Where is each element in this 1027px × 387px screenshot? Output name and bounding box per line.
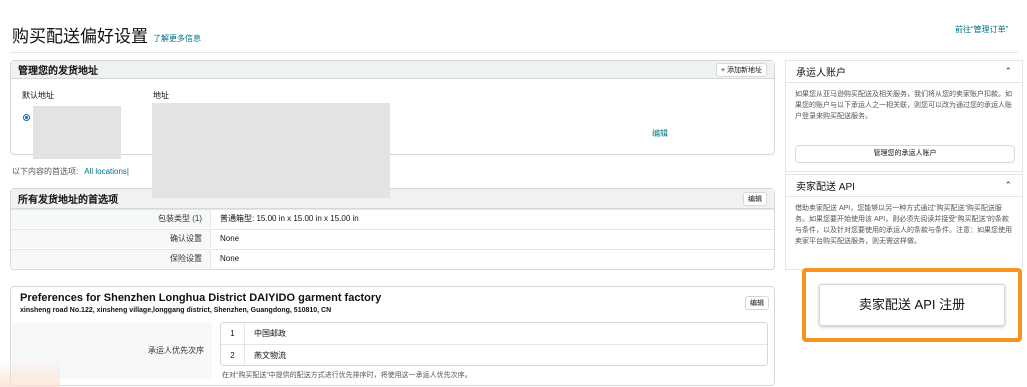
manage-carrier-account-button[interactable]: 管理您的承运人账户	[795, 145, 1015, 163]
all-prefs-title: 所有发货地址的首选项	[18, 195, 118, 206]
pref-label: 保险设置	[11, 250, 211, 268]
seller-api-header[interactable]: 卖家配送 API ⌃	[786, 175, 1022, 197]
location-filter: 以下内容的首选项: All locations|	[12, 166, 129, 177]
goto-manage-orders-link[interactable]: 前往“管理订单”	[955, 24, 1008, 35]
carrier-rank: 1	[221, 323, 245, 344]
all-prefs-header: 所有发货地址的首选项 编辑	[11, 189, 774, 209]
carrier-item[interactable]: 1 中国邮政	[221, 323, 767, 344]
carrier-priority-list: 1 中国邮政 2 燕文物流	[220, 322, 768, 366]
pref-row: 包装类型 (1) 普通箱型: 15.00 in x 15.00 in x 15.…	[11, 209, 774, 228]
register-highlight-frame: 卖家配送 API 注册	[802, 268, 1022, 342]
carrier-account-text: 如果您从亚马逊购买配送及相关服务，我们将从您的卖家账户扣款。如果您的账户与以下承…	[795, 91, 1012, 120]
filter-label: 以下内容的首选项:	[12, 167, 79, 176]
address-edit-link[interactable]: 编辑	[652, 128, 668, 139]
all-locations-link[interactable]: All locations	[84, 167, 127, 176]
address-panel-title: 管理您的发货地址	[18, 66, 98, 77]
carrier-priority-note: 在对“购买配送”中提供的配送方式进行优先排序时，将使用这一承运人优先次序。	[222, 372, 472, 379]
add-address-button[interactable]: + 添加新地址	[715, 62, 767, 77]
carrier-account-card: 承运人账户 ⌃ 如果您从亚马逊购买配送及相关服务，我们将从您的卖家账户扣款。如果…	[785, 60, 1023, 172]
all-address-prefs-panel: 所有发货地址的首选项 编辑 包装类型 (1) 普通箱型: 15.00 in x …	[10, 188, 775, 270]
pref-row: 保险设置 None	[11, 249, 774, 268]
chevron-up-icon[interactable]: ⌃	[1004, 66, 1012, 77]
default-address-radio[interactable]	[23, 114, 30, 121]
seller-api-register-button[interactable]: 卖家配送 API 注册	[819, 284, 1005, 326]
factory-address: xinsheng road No.122, xinsheng village,l…	[20, 307, 332, 314]
filter-separator: |	[126, 167, 129, 176]
chevron-up-icon[interactable]: ⌃	[1004, 180, 1012, 191]
carrier-rank: 2	[221, 345, 245, 366]
address-panel: 管理您的发货地址 + 添加新地址	[10, 60, 775, 155]
header-divider	[10, 52, 1018, 53]
all-prefs-edit-button[interactable]: 编辑	[743, 191, 767, 206]
seller-api-text: 借助卖家配送 API，您能够以另一种方式通过“购买配送”购买配送服务。如果您要开…	[795, 205, 1012, 245]
pref-value: 普通箱型: 15.00 in x 15.00 in x 15.00 in	[220, 214, 359, 223]
factory-prefs-title: Preferences for Shenzhen Longhua Distric…	[20, 292, 382, 304]
carrier-account-header[interactable]: 承运人账户 ⌃	[786, 61, 1022, 83]
col-default-address: 默认地址	[22, 91, 54, 100]
learn-more-link[interactable]: 了解更多信息	[153, 33, 201, 44]
pref-value: None	[220, 234, 240, 243]
pref-value: None	[220, 254, 240, 263]
address-panel-header: 管理您的发货地址 + 添加新地址	[11, 61, 774, 79]
carrier-name: 中国邮政	[254, 329, 286, 338]
carrier-account-title: 承运人账户	[796, 68, 846, 79]
col-address: 地址	[153, 91, 169, 100]
carrier-name: 燕文物流	[254, 351, 286, 360]
page-title: 购买配送偏好设置	[12, 27, 148, 46]
seller-api-card: 卖家配送 API ⌃ 借助卖家配送 API，您能够以另一种方式通过“购买配送”购…	[785, 174, 1023, 270]
carrier-item[interactable]: 2 燕文物流	[221, 344, 767, 366]
factory-prefs-edit-button[interactable]: 编辑	[745, 296, 769, 310]
redacted-block	[152, 103, 390, 198]
pref-label: 包装类型 (1)	[11, 210, 211, 228]
decorative-glow	[0, 360, 60, 387]
pref-label: 确认设置	[11, 230, 211, 248]
redacted-block	[33, 106, 121, 159]
pref-row: 确认设置 None	[11, 229, 774, 248]
seller-api-title: 卖家配送 API	[796, 182, 855, 193]
